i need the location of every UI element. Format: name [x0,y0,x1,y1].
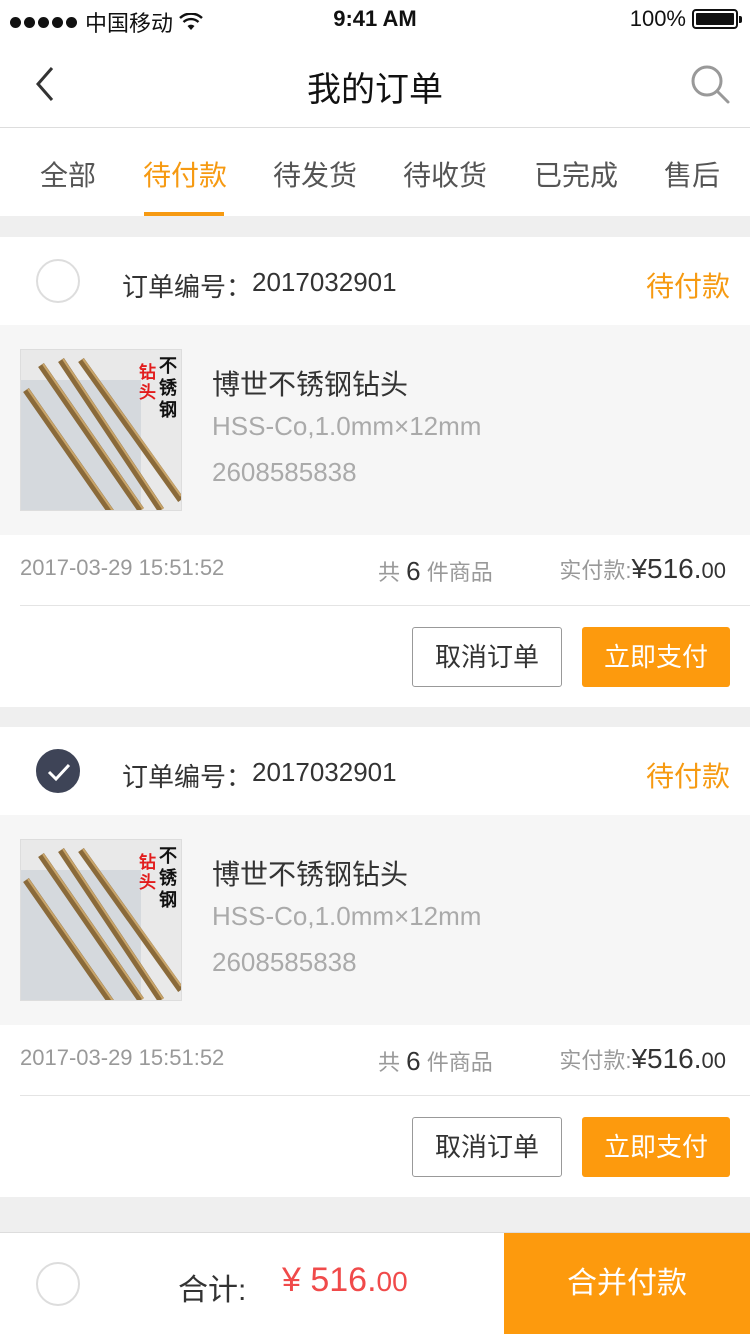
divider [20,1095,750,1096]
battery-icon [692,9,742,29]
merge-pay-button[interactable]: 合并付款 [504,1233,750,1334]
status-bar: 中国移动 9:41 AM 100% [0,0,750,40]
select-all-radio[interactable] [36,1262,80,1306]
order-number: 2017032901 [252,267,397,297]
cancel-order-button[interactable]: 取消订单 [412,1117,562,1177]
order-header: 订单编号： 2017032901 待付款 [0,237,750,325]
item-count: 共 6 件商品 [378,556,493,586]
order-number: 2017032901 [252,757,397,787]
cancel-order-button[interactable]: 取消订单 [412,627,562,687]
svg-text:锈: 锈 [159,377,177,399]
nav-bar: 我的订单 [0,40,750,128]
order-number-label: 订单编号： [122,762,253,792]
battery-fill [696,13,734,25]
order-status: 待付款 [645,271,730,302]
order-card: 订单编号： 2017032901 待付款 钻 头 不 锈 钢 博世不锈钢钻头 H… [0,727,750,1197]
page-title: 我的订单 [307,71,443,109]
paid-amount: 实付款:¥516.00 [559,1043,726,1074]
order-date: 2017-03-29 15:51:52 [20,555,225,580]
product-code: 2608585838 [212,457,357,487]
svg-text:不: 不 [159,356,177,377]
order-select-radio[interactable] [36,259,80,303]
tab-pending-shipment[interactable]: 待发货 [273,154,357,194]
order-select-radio[interactable] [36,749,80,793]
pay-now-button[interactable]: 立即支付 [582,1117,730,1177]
divider [20,605,750,606]
svg-text:锈: 锈 [159,867,177,889]
pay-now-button[interactable]: 立即支付 [582,627,730,687]
product-spec: HSS-Co,1.0mm×12mm [212,411,482,441]
order-status: 待付款 [645,761,730,792]
product-name: 博世不锈钢钻头 [212,859,409,890]
order-number-label: 订单编号： [122,272,253,302]
product-image: 钻 头 不 锈 钢 [20,839,182,1001]
order-card: 订单编号： 2017032901 待付款 钻 头 不 锈 钢 博世不锈钢钻头 H… [0,237,750,707]
svg-text:钢: 钢 [159,399,177,421]
svg-text:钢: 钢 [159,889,177,911]
order-tabs: 全部 待付款 待发货 待收货 已完成 售后 [0,128,750,216]
product-image: 钻 头 不 锈 钢 [20,349,182,511]
item-count: 共 6 件商品 [378,1046,493,1076]
product-code: 2608585838 [212,947,357,977]
svg-text:不: 不 [159,846,177,867]
total-amount: ¥ 516.00 [282,1261,408,1299]
search-icon[interactable] [688,62,732,106]
order-date: 2017-03-29 15:51:52 [20,1045,225,1070]
svg-text:头: 头 [139,383,156,403]
product-spec: HSS-Co,1.0mm×12mm [212,901,482,931]
tab-pending-payment[interactable]: 待付款 [143,154,227,194]
svg-text:头: 头 [139,873,156,893]
paid-amount: 实付款:¥516.00 [559,553,726,584]
active-tab-indicator [144,212,224,216]
order-summary: 2017-03-29 15:51:52 共 6 件商品 实付款:¥516.00 [0,535,750,605]
order-header: 订单编号： 2017032901 待付款 [0,727,750,815]
tab-all[interactable]: 全部 [40,154,96,194]
product-row[interactable]: 钻 头 不 锈 钢 博世不锈钢钻头 HSS-Co,1.0mm×12mm 2608… [0,815,750,1025]
tab-pending-receipt[interactable]: 待收货 [403,154,487,194]
order-list-page: 中国移动 9:41 AM 100% 我的订单 全部 待付款 待发货 待收货 已完… [0,0,750,1334]
tab-after-sale[interactable]: 售后 [664,154,720,194]
svg-text:钻: 钻 [139,362,156,383]
checkout-bar: 合计: ¥ 516.00 合并付款 [0,1232,750,1334]
product-name: 博世不锈钢钻头 [212,369,409,400]
status-right: 100% [629,6,742,32]
battery-percent: 100% [629,6,686,31]
order-summary: 2017-03-29 15:51:52 共 6 件商品 实付款:¥516.00 [0,1025,750,1095]
product-row[interactable]: 钻 头 不 锈 钢 博世不锈钢钻头 HSS-Co,1.0mm×12mm 2608… [0,325,750,535]
svg-text:钻: 钻 [139,852,156,873]
tab-completed[interactable]: 已完成 [534,154,618,194]
total-label: 合计: [178,1274,247,1307]
checkmark-icon [47,763,71,782]
